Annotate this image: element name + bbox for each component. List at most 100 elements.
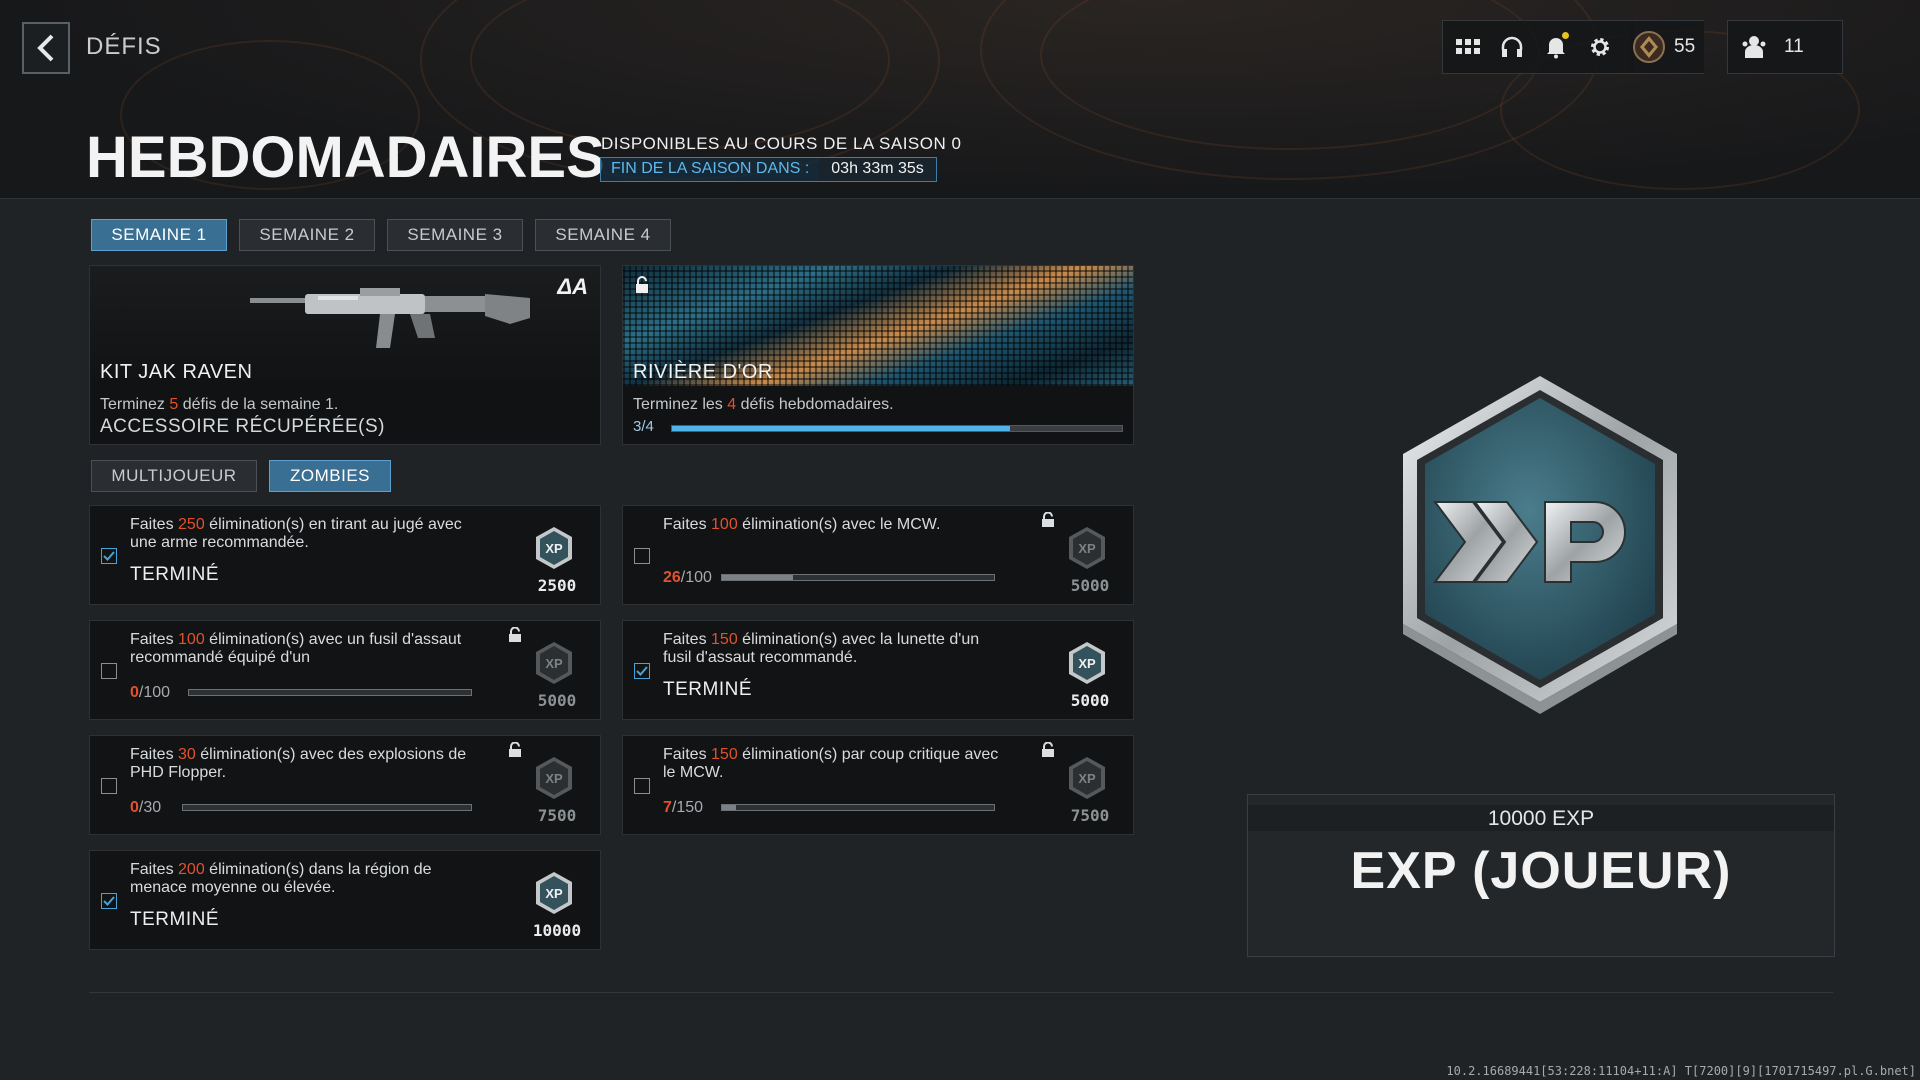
challenge-description: Faites 200 élimination(s) dans la région… xyxy=(130,861,432,896)
challenge-checkbox[interactable] xyxy=(101,548,117,564)
reward-amount: 10000 EXP xyxy=(1248,805,1834,831)
challenge-progress-text: 0/30 xyxy=(130,799,162,816)
svg-text:XP: XP xyxy=(1078,541,1096,556)
challenge-card[interactable]: Faites 250 élimination(s) en tirant au j… xyxy=(89,505,601,605)
build-string: 10.2.16689441[53:228:11104+11:A] T[7200]… xyxy=(1446,1064,1916,1078)
challenge-description: Faites 150 élimination(s) par coup criti… xyxy=(663,746,999,781)
season-timer-value: 03h 33m 35s xyxy=(819,158,936,181)
xp-reward-icon: XP xyxy=(534,756,574,800)
challenge-checkbox[interactable] xyxy=(101,663,117,679)
challenge-complete-label: TERMINÉ xyxy=(130,564,219,585)
lock-icon xyxy=(509,742,521,757)
xp-reward-icon: XP xyxy=(1067,526,1107,570)
challenge-card[interactable]: Faites 150 élimination(s) avec la lunett… xyxy=(622,620,1134,720)
svg-text:XP: XP xyxy=(545,656,563,671)
reward-type-name: EXP (JOUEUR) xyxy=(1350,842,1732,900)
week-tabs: SEMAINE 1 SEMAINE 2 SEMAINE 3 SEMAINE 4 xyxy=(91,219,671,251)
xp-reward-icon: XP xyxy=(534,526,574,570)
tab-zombies[interactable]: ZOMBIES xyxy=(269,460,391,492)
season-timer-label: FIN DE LA SAISON DANS : xyxy=(611,160,810,177)
reward-description: Terminez 5 défis de la semaine 1. xyxy=(100,396,339,413)
friends-icon xyxy=(1742,36,1766,58)
tab-week-2[interactable]: SEMAINE 2 xyxy=(239,219,375,251)
reward-name: KIT JAK RAVEN xyxy=(100,361,253,383)
reward-card-weapon-kit[interactable]: ΔA KIT JAK RAVEN Terminez 5 défis de la … xyxy=(89,265,601,445)
svg-text:XP: XP xyxy=(545,541,563,556)
reward-progress-bar xyxy=(671,425,1123,432)
challenge-reward-value: 10000 xyxy=(532,921,582,940)
lock-icon xyxy=(1042,512,1054,527)
challenge-progress-bar xyxy=(721,574,995,581)
challenge-progress-bar xyxy=(188,689,472,696)
xp-reward-icon: XP xyxy=(534,641,574,685)
lock-icon xyxy=(1042,742,1054,757)
rank-emblem-icon xyxy=(1633,31,1665,63)
page-title: HEBDOMADAIRES xyxy=(86,125,605,190)
svg-text:XP: XP xyxy=(545,886,563,901)
challenge-progress-text: 0/100 xyxy=(130,684,171,701)
challenge-description: Faites 250 élimination(s) en tirant au j… xyxy=(130,516,462,551)
challenge-reward-value: 7500 xyxy=(1070,806,1110,825)
challenge-description: Faites 30 élimination(s) avec des explos… xyxy=(130,746,467,781)
challenge-description: Faites 100 élimination(s) avec un fusil … xyxy=(130,631,462,666)
challenge-card[interactable]: Faites 150 élimination(s) par coup criti… xyxy=(622,735,1134,835)
xp-reward-icon: XP xyxy=(1067,641,1107,685)
top-icon-bar xyxy=(1442,20,1636,74)
challenge-card[interactable]: Faites 100 élimination(s) avec le MCW. 26… xyxy=(622,505,1134,605)
back-button[interactable] xyxy=(22,22,70,74)
challenge-reward-value: 5000 xyxy=(1070,691,1110,710)
screen-label: DÉFIS xyxy=(86,33,162,60)
headset-icon[interactable] xyxy=(1497,32,1527,62)
divider xyxy=(89,992,1833,993)
lock-icon xyxy=(509,627,521,642)
svg-text:XP: XP xyxy=(545,771,563,786)
reward-status: ACCESSOIRE RÉCUPÉRÉE(S) xyxy=(100,416,385,437)
challenge-description: Faites 150 élimination(s) avec la lunett… xyxy=(663,631,980,666)
challenge-reward-value: 2500 xyxy=(537,576,577,595)
challenge-card[interactable]: Faites 200 élimination(s) dans la région… xyxy=(89,850,601,950)
rank-value: 55 xyxy=(1674,36,1696,57)
challenge-checkbox[interactable] xyxy=(101,893,117,909)
tab-multiplayer[interactable]: MULTIJOUEUR xyxy=(91,460,257,492)
challenge-progress-bar xyxy=(182,804,472,811)
svg-text:XP: XP xyxy=(1078,771,1096,786)
challenge-checkbox[interactable] xyxy=(634,778,650,794)
season-timer: FIN DE LA SAISON DANS : 03h 33m 35s xyxy=(600,157,937,182)
friends-count: 11 xyxy=(1784,36,1804,57)
reward-name: RIVIÈRE D'OR xyxy=(633,361,773,383)
grid-icon[interactable] xyxy=(1453,32,1483,62)
challenge-complete-label: TERMINÉ xyxy=(130,909,219,930)
reward-description: Terminez les 4 défis hebdomadaires. xyxy=(633,396,894,413)
challenge-checkbox[interactable] xyxy=(634,663,650,679)
xp-reward-icon: XP xyxy=(534,871,574,915)
bell-icon[interactable] xyxy=(1541,32,1571,62)
tab-week-1[interactable]: SEMAINE 1 xyxy=(91,219,227,251)
xp-emblem-icon xyxy=(1403,376,1677,714)
challenge-progress-text: 26/100 xyxy=(663,569,712,586)
reward-progress-text: 3/4 xyxy=(633,418,654,435)
challenge-reward-value: 5000 xyxy=(1070,576,1110,595)
challenge-progress-bar xyxy=(721,804,995,811)
svg-text:XP: XP xyxy=(1078,656,1096,671)
challenge-complete-label: TERMINÉ xyxy=(663,679,752,700)
selected-reward-panel: 10000 EXP EXP (JOUEUR) xyxy=(1247,794,1835,957)
challenge-card[interactable]: Faites 100 élimination(s) avec un fusil … xyxy=(89,620,601,720)
xp-reward-icon: XP xyxy=(1067,756,1107,800)
rank-display[interactable]: 55 xyxy=(1630,20,1704,74)
challenge-checkbox[interactable] xyxy=(634,548,650,564)
challenge-reward-value: 5000 xyxy=(537,691,577,710)
challenge-description: Faites 100 élimination(s) avec le MCW. xyxy=(663,516,941,533)
mode-tabs: MULTIJOUEUR ZOMBIES xyxy=(91,460,391,492)
friends-display[interactable]: 11 xyxy=(1727,20,1843,74)
tab-week-4[interactable]: SEMAINE 4 xyxy=(535,219,671,251)
challenge-checkbox[interactable] xyxy=(101,778,117,794)
reward-card-camo[interactable]: RIVIÈRE D'OR Terminez les 4 défis hebdom… xyxy=(622,265,1134,445)
season-availability: DISPONIBLES AU COURS DE LA SAISON 0 xyxy=(601,134,962,153)
tab-week-3[interactable]: SEMAINE 3 xyxy=(387,219,523,251)
challenge-progress-text: 7/150 xyxy=(663,799,704,816)
brand-logo: ΔA xyxy=(557,274,588,299)
challenge-card[interactable]: Faites 30 élimination(s) avec des explos… xyxy=(89,735,601,835)
rifle-icon xyxy=(250,288,530,348)
gear-icon[interactable] xyxy=(1585,32,1615,62)
lock-icon xyxy=(636,276,648,293)
